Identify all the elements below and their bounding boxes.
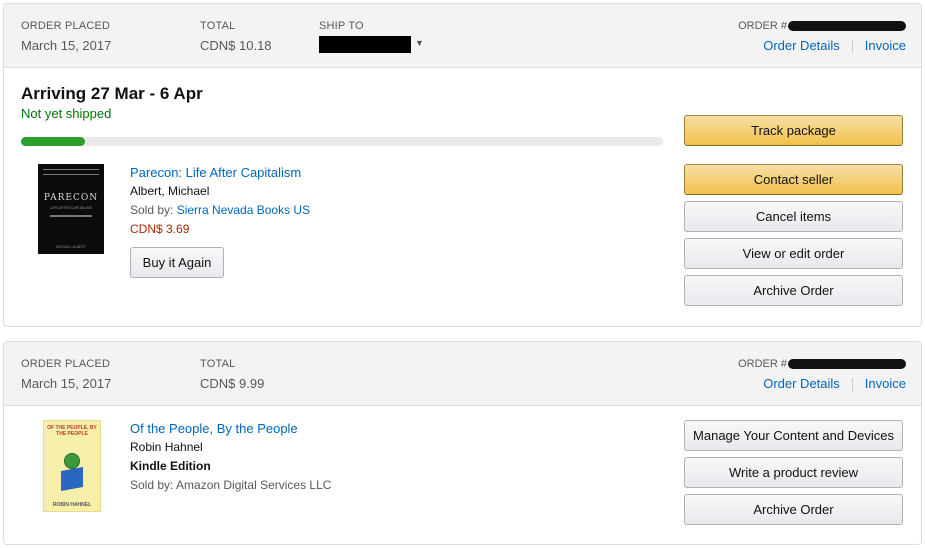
invoice-link[interactable]: Invoice	[865, 376, 906, 391]
progress-fill	[21, 137, 86, 146]
link-divider	[851, 378, 853, 392]
sold-by: Sold by: Sierra Nevada Books US	[130, 203, 310, 222]
shipping-progress-bar	[21, 137, 663, 146]
product-author: Robin Hahnel	[130, 440, 203, 454]
order-details-link[interactable]: Order Details	[763, 38, 840, 53]
item-details: Parecon: Life After Capitalism Albert, M…	[130, 165, 310, 241]
seller-link[interactable]: Sierra Nevada Books US	[177, 203, 310, 217]
arriving-date: Arriving 27 Mar - 6 Apr	[21, 84, 203, 103]
order-card: ORDER PLACED March 15, 2017 TOTAL CDN$ 1…	[3, 3, 922, 327]
cancel-items-button[interactable]: Cancel items	[684, 201, 903, 232]
cover-title: PARECON	[43, 193, 99, 203]
order-total-value: CDN$ 10.18	[200, 38, 272, 53]
order-number-label: ORDER #	[738, 20, 787, 32]
product-title-link[interactable]: Of the People, By the People	[130, 421, 331, 440]
redacted-name	[319, 36, 411, 53]
write-review-button[interactable]: Write a product review	[684, 457, 903, 488]
view-edit-order-button[interactable]: View or edit order	[684, 238, 903, 269]
order-total-label: TOTAL	[200, 358, 236, 370]
order-details-link[interactable]: Order Details	[763, 376, 840, 391]
link-divider	[851, 40, 853, 54]
track-package-button[interactable]: Track package	[684, 115, 903, 146]
invoice-link[interactable]: Invoice	[865, 38, 906, 53]
archive-order-button[interactable]: Archive Order	[684, 275, 903, 306]
buy-again-button[interactable]: Buy it Again	[130, 247, 224, 278]
cover-author: ROBIN HAHNEL	[52, 502, 92, 508]
order-number: ORDER # Order Details Invoice	[738, 358, 906, 392]
order-placed-date: March 15, 2017	[21, 376, 112, 391]
order-total-value: CDN$ 9.99	[200, 376, 265, 391]
product-price: CDN$ 3.69	[130, 222, 190, 236]
contact-seller-button[interactable]: Contact seller	[684, 164, 903, 195]
order-number-label: ORDER #	[738, 358, 787, 370]
order-header: ORDER PLACED March 15, 2017 TOTAL CDN$ 1…	[4, 4, 921, 68]
ship-to-label: SHIP TO	[319, 20, 364, 32]
manage-content-button[interactable]: Manage Your Content and Devices	[684, 420, 903, 451]
sold-by: Sold by: Amazon Digital Services LLC	[130, 478, 332, 492]
shipping-status: Not yet shipped	[21, 106, 112, 121]
book-cover: OF THE PEOPLE, BY THE PEOPLE ROBIN HAHNE…	[43, 420, 101, 512]
globe-icon	[64, 453, 80, 469]
order-placed: ORDER PLACED March 15, 2017	[21, 20, 111, 53]
sold-by-label: Sold by:	[130, 203, 174, 217]
product-title-link[interactable]: Parecon: Life After Capitalism	[130, 165, 310, 184]
cover-subtitle: LIFE AFTER CAPITALISM	[50, 206, 92, 210]
product-format: Kindle Edition	[130, 459, 211, 473]
order-total: TOTAL CDN$ 10.18	[200, 20, 272, 53]
order-total: TOTAL CDN$ 9.99	[200, 358, 264, 391]
order-card: ORDER PLACED March 15, 2017 TOTAL CDN$ 9…	[3, 341, 922, 545]
order-placed: ORDER PLACED March 15, 2017	[21, 358, 111, 391]
order-placed-label: ORDER PLACED	[21, 358, 111, 370]
archive-order-button[interactable]: Archive Order	[684, 494, 903, 525]
ship-to: SHIP TO ▼	[319, 20, 424, 53]
cover-author: MICHAEL ALBERT	[56, 245, 86, 249]
ship-to-dropdown[interactable]: ▼	[319, 34, 424, 53]
redacted-order-number	[788, 359, 906, 370]
order-placed-date: March 15, 2017	[21, 38, 112, 53]
book-icon	[61, 467, 83, 491]
redacted-order-number	[788, 21, 906, 32]
caret-down-icon: ▼	[415, 38, 424, 48]
order-number: ORDER # Order Details Invoice	[738, 20, 906, 54]
product-image-people[interactable]: OF THE PEOPLE, BY THE PEOPLE ROBIN HAHNE…	[43, 420, 101, 512]
order-total-label: TOTAL	[200, 20, 236, 32]
cover-title: OF THE PEOPLE, BY THE PEOPLE	[47, 425, 97, 437]
item-details: Of the People, By the People Robin Hahne…	[130, 421, 331, 497]
order-header: ORDER PLACED March 15, 2017 TOTAL CDN$ 9…	[4, 342, 921, 406]
product-author: Albert, Michael	[130, 184, 210, 198]
book-cover: PARECON LIFE AFTER CAPITALISM MICHAEL AL…	[38, 164, 104, 254]
product-image-parecon[interactable]: PARECON LIFE AFTER CAPITALISM MICHAEL AL…	[38, 164, 104, 254]
order-placed-label: ORDER PLACED	[21, 20, 111, 32]
